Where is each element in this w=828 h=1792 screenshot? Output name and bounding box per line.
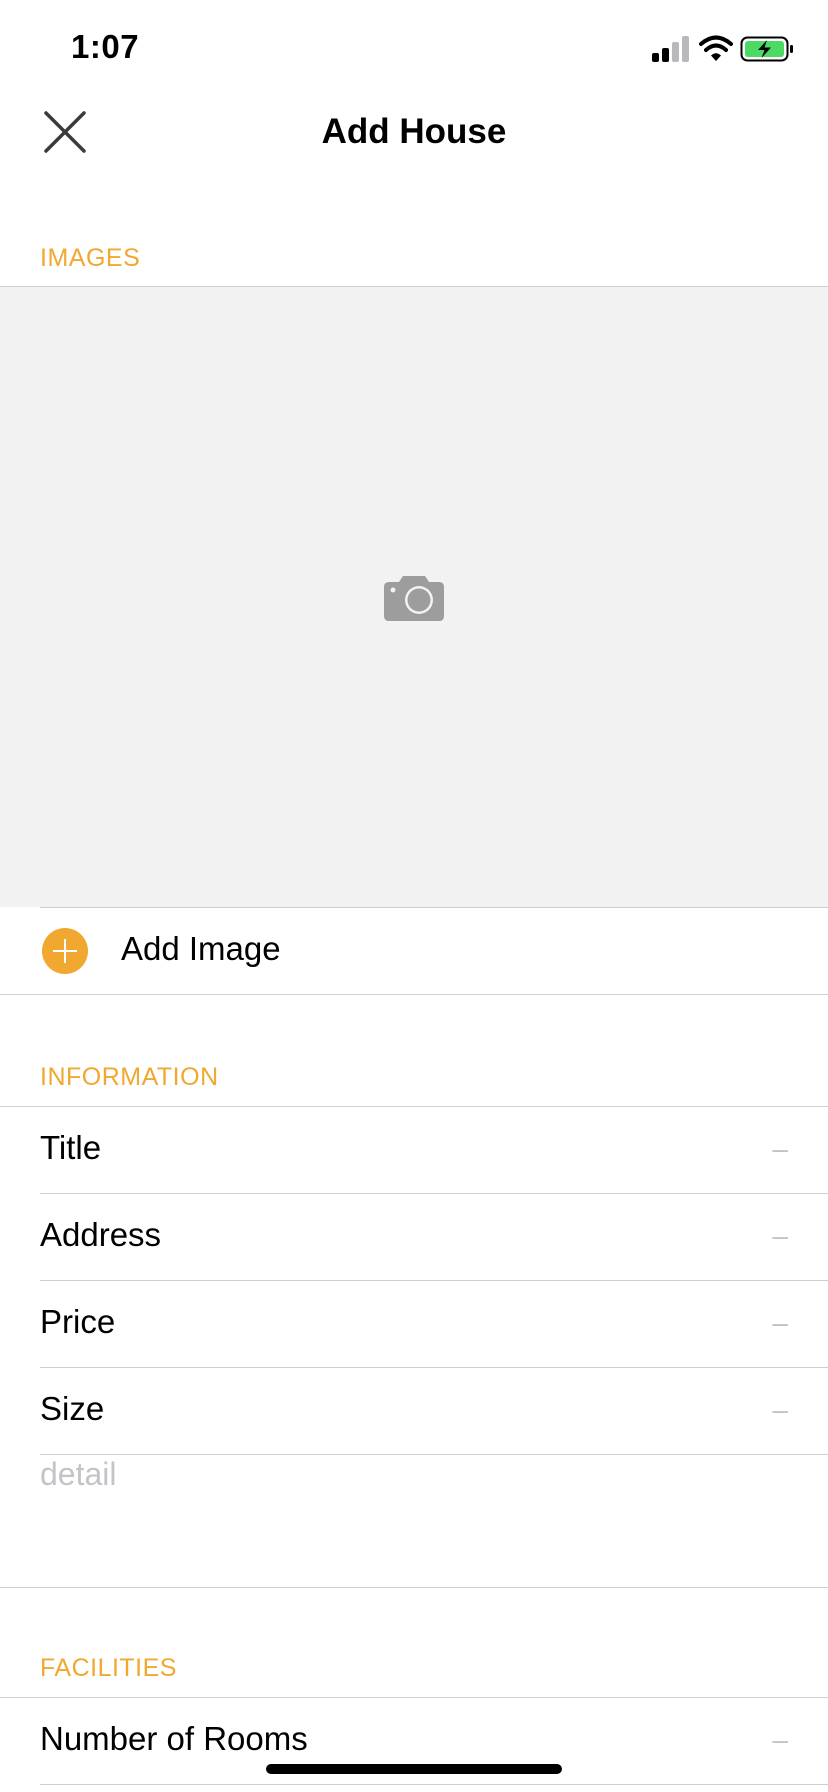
form-row-label: Address — [40, 1216, 162, 1253]
home-indicator[interactable] — [266, 1764, 562, 1774]
form-row-value: – — [772, 1133, 788, 1164]
form-row-label: Price — [40, 1303, 116, 1340]
form-row-size[interactable]: Size – — [0, 1368, 828, 1454]
section-header-images: IMAGES — [40, 244, 141, 272]
form-row-price[interactable]: Price – — [0, 1281, 828, 1367]
add-image-label: Add Image — [121, 930, 281, 967]
divider — [0, 1587, 828, 1588]
divider — [0, 994, 828, 995]
detail-textarea[interactable]: detail — [40, 1456, 788, 1586]
camera-icon — [384, 576, 444, 621]
detail-placeholder: detail — [40, 1456, 117, 1492]
form-row-label: Number of Rooms — [40, 1720, 308, 1757]
form-row-address[interactable]: Address – — [0, 1194, 828, 1280]
status-time: 1:07 — [71, 28, 140, 65]
divider — [40, 1784, 828, 1785]
form-row-label: Title — [40, 1129, 102, 1166]
divider — [40, 1454, 828, 1455]
form-row-value: – — [772, 1394, 788, 1425]
form-row-label: Size — [40, 1390, 105, 1427]
section-header-facilities: FACILITIES — [40, 1654, 177, 1682]
form-row-value: – — [772, 1307, 788, 1338]
add-image-button[interactable]: Add Image — [0, 908, 828, 994]
add-circle-icon — [42, 928, 88, 974]
form-row-title[interactable]: Title – — [0, 1107, 828, 1193]
cellular-signal-icon — [652, 36, 690, 62]
section-header-information: INFORMATION — [40, 1063, 219, 1091]
page-title: Add House — [321, 112, 507, 151]
battery-charging-icon — [740, 36, 793, 62]
wifi-icon — [699, 35, 733, 61]
form-row-value: – — [772, 1220, 788, 1251]
form-row-value: – — [772, 1724, 788, 1755]
